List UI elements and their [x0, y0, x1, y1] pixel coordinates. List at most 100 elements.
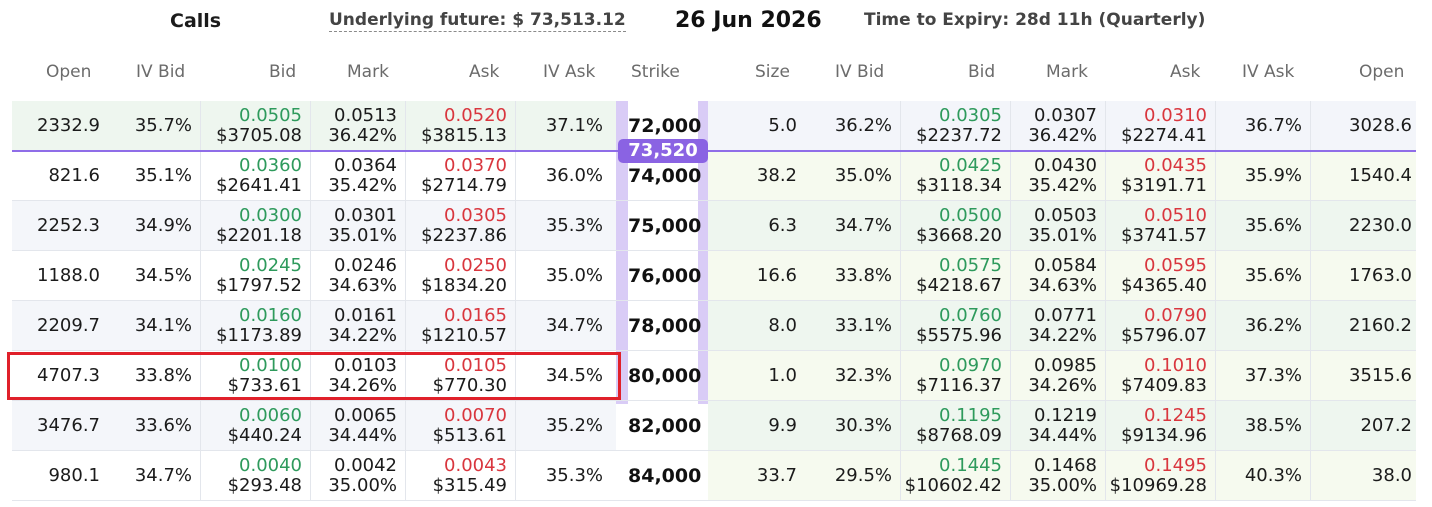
column-divider: [200, 451, 201, 501]
col-header-call-ask[interactable]: Ask: [469, 62, 499, 82]
put-ask-price[interactable]: 0.0790: [1144, 305, 1207, 326]
strike-price: 74,000: [628, 165, 702, 187]
call-mark-price[interactable]: 0.0513: [334, 105, 397, 126]
call-mark-price[interactable]: 0.0246: [334, 255, 397, 276]
col-header-call-bid[interactable]: Bid: [269, 62, 296, 82]
col-header-call-iv-bid[interactable]: IV Bid: [136, 62, 185, 82]
col-header-put-iv-bid[interactable]: IV Bid: [835, 62, 884, 82]
put-ask-price[interactable]: 0.1010: [1144, 355, 1207, 376]
call-mark-price[interactable]: 0.0161: [334, 305, 397, 326]
col-header-put-ask[interactable]: Ask: [1170, 62, 1200, 82]
column-divider: [515, 201, 516, 251]
column-divider: [200, 101, 201, 151]
call-ask-price[interactable]: 0.0105: [444, 355, 507, 376]
col-header-put-iv-ask[interactable]: IV Ask: [1242, 62, 1294, 82]
col-header-put-mark[interactable]: Mark: [1046, 62, 1088, 82]
call-mark-price[interactable]: 0.0301: [334, 205, 397, 226]
column-divider: [1215, 351, 1216, 401]
call-ask-usd-value: $2714.79: [421, 175, 507, 196]
call-bid-usd-value: $1173.89: [216, 325, 302, 346]
column-divider: [1105, 401, 1106, 451]
put-bid-price[interactable]: 0.0500: [939, 205, 1002, 226]
put-mark-price[interactable]: 0.0584: [1034, 255, 1097, 276]
call-ask-price[interactable]: 0.0165: [444, 305, 507, 326]
col-header-call-open[interactable]: Open: [46, 62, 91, 82]
put-mark-price[interactable]: 0.0430: [1034, 155, 1097, 176]
put-mark-price[interactable]: 0.1468: [1034, 455, 1097, 476]
col-header-strike[interactable]: Strike: [631, 62, 680, 82]
put-iv-ask-cell: 40.3%: [1244, 465, 1302, 486]
put-open-cell: 38.0: [1371, 465, 1412, 486]
underlying-price-line: [12, 150, 1416, 152]
call-open-cell: 1188.0: [37, 265, 100, 286]
put-ask-price[interactable]: 0.0310: [1144, 105, 1207, 126]
call-ask-price[interactable]: 0.0370: [444, 155, 507, 176]
put-mark-price[interactable]: 0.0307: [1034, 105, 1097, 126]
put-size-cell: 5.0: [768, 115, 797, 136]
table-row[interactable]: 1188.0 34.5% 0.0245 $1797.52 0.0246 34.63% 0.0…: [0, 251, 1432, 301]
row-separator: [12, 500, 1416, 501]
call-ask-price[interactable]: 0.0305: [444, 205, 507, 226]
call-bid-price[interactable]: 0.0060: [239, 405, 302, 426]
call-mark-price[interactable]: 0.0103: [334, 355, 397, 376]
strike-price: 78,000: [628, 315, 702, 337]
call-mark-price[interactable]: 0.0065: [334, 405, 397, 426]
table-row[interactable]: 2252.3 34.9% 0.0300 $2201.18 0.0301 35.01% 0.0…: [0, 201, 1432, 251]
column-divider: [1310, 201, 1311, 251]
call-bid-price[interactable]: 0.0245: [239, 255, 302, 276]
column-divider: [900, 301, 901, 351]
col-header-put-open[interactable]: Open: [1359, 62, 1404, 82]
table-row[interactable]: 821.6 35.1% 0.0360 $2641.41 0.0364 35.42% 0.03…: [0, 151, 1432, 201]
table-row[interactable]: 4707.3 33.8% 0.0100 $733.61 0.0103 34.26% 0.01…: [0, 351, 1432, 401]
put-mark-price[interactable]: 0.0771: [1034, 305, 1097, 326]
put-bid-price[interactable]: 0.0760: [939, 305, 1002, 326]
column-divider: [515, 401, 516, 451]
call-bid-price[interactable]: 0.0100: [239, 355, 302, 376]
put-ask-price[interactable]: 0.1245: [1144, 405, 1207, 426]
put-bid-price[interactable]: 0.0305: [939, 105, 1002, 126]
put-open-cell: 2160.2: [1349, 315, 1412, 336]
underlying-future-price[interactable]: Underlying future: $ 73,513.12: [329, 10, 626, 32]
col-header-put-bid[interactable]: Bid: [968, 62, 995, 82]
put-bid-price[interactable]: 0.0970: [939, 355, 1002, 376]
put-ask-price[interactable]: 0.0595: [1144, 255, 1207, 276]
table-row[interactable]: 3476.7 33.6% 0.0060 $440.24 0.0065 34.44% 0.00…: [0, 401, 1432, 451]
col-header-put-size[interactable]: Size: [755, 62, 790, 82]
put-bid-price[interactable]: 0.0575: [939, 255, 1002, 276]
call-side-background: [12, 401, 616, 451]
put-mark-price[interactable]: 0.0985: [1034, 355, 1097, 376]
put-ask-price[interactable]: 0.0435: [1144, 155, 1207, 176]
call-open-cell: 821.6: [48, 165, 100, 186]
call-bid-price[interactable]: 0.0360: [239, 155, 302, 176]
call-bid-price[interactable]: 0.0505: [239, 105, 302, 126]
column-divider: [200, 151, 201, 201]
call-ask-price[interactable]: 0.0250: [444, 255, 507, 276]
put-bid-price[interactable]: 0.1195: [939, 405, 1002, 426]
call-bid-usd-value: $1797.52: [216, 275, 302, 296]
put-mark-iv-value: 34.44%: [1028, 425, 1097, 446]
call-bid-price[interactable]: 0.0300: [239, 205, 302, 226]
table-row[interactable]: 2332.9 35.7% 0.0505 $3705.08 0.0513 36.42% 0.0…: [0, 101, 1432, 151]
table-row[interactable]: 2209.7 34.1% 0.0160 $1173.89 0.0161 34.22% 0.0…: [0, 301, 1432, 351]
call-mark-price[interactable]: 0.0364: [334, 155, 397, 176]
put-mark-price[interactable]: 0.1219: [1034, 405, 1097, 426]
underlying-value: $ 73,513.12: [512, 10, 626, 30]
col-header-call-mark[interactable]: Mark: [347, 62, 389, 82]
table-row[interactable]: 980.1 34.7% 0.0040 $293.48 0.0042 35.00% 0.004…: [0, 451, 1432, 501]
col-header-call-iv-ask[interactable]: IV Ask: [543, 62, 595, 82]
put-ask-price[interactable]: 0.0510: [1144, 205, 1207, 226]
put-ask-price[interactable]: 0.1495: [1144, 455, 1207, 476]
call-ask-price[interactable]: 0.0043: [444, 455, 507, 476]
put-bid-price[interactable]: 0.1445: [939, 455, 1002, 476]
call-ask-price[interactable]: 0.0520: [444, 105, 507, 126]
call-mark-price[interactable]: 0.0042: [334, 455, 397, 476]
call-ask-price[interactable]: 0.0070: [444, 405, 507, 426]
put-mark-price[interactable]: 0.0503: [1034, 205, 1097, 226]
put-iv-bid-cell: 33.8%: [834, 265, 892, 286]
column-divider: [1215, 101, 1216, 151]
column-divider: [1010, 451, 1011, 501]
call-bid-price[interactable]: 0.0040: [239, 455, 302, 476]
put-bid-price[interactable]: 0.0425: [939, 155, 1002, 176]
column-divider: [200, 301, 201, 351]
call-bid-price[interactable]: 0.0160: [239, 305, 302, 326]
